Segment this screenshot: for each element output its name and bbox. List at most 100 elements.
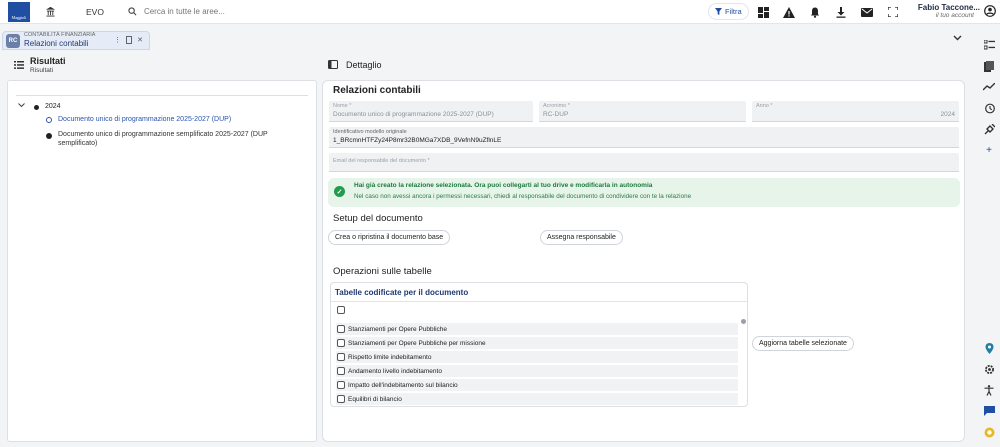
panel-toggle-icon[interactable] — [328, 59, 338, 71]
model-id-field[interactable]: Identificativo modello originale 1_BRcmn… — [329, 127, 959, 148]
app-name[interactable]: EVO — [86, 7, 104, 17]
filter-button[interactable]: Filtra — [708, 3, 749, 20]
results-title: Risultati — [30, 56, 66, 66]
name-field[interactable]: Nome * Documento unico di programmazione… — [329, 101, 533, 122]
pin-icon[interactable] — [126, 35, 133, 46]
tab-menu-icon[interactable]: ⋮ — [114, 36, 121, 46]
update-tables-button[interactable]: Aggiorna tabelle selezionate — [752, 336, 854, 351]
chat-icon[interactable] — [981, 403, 997, 419]
plus-icon[interactable]: + — [981, 142, 997, 158]
tab-text: CONTABILITÀ FINANZIARIA Relazioni contab… — [24, 33, 95, 48]
table-row[interactable]: Equilibri di bilancio — [336, 393, 738, 405]
filter-label: Filtra — [725, 7, 742, 16]
field-label: Anno * — [756, 103, 773, 109]
row-checkbox[interactable] — [337, 367, 345, 375]
history-icon[interactable] — [981, 100, 997, 116]
bookmark-icon[interactable] — [981, 58, 997, 74]
row-checkbox[interactable] — [337, 395, 345, 403]
success-alert: ✓ Hai già creato la relazione selezionat… — [328, 178, 960, 207]
results-subtitle: Risultati — [30, 67, 54, 74]
table-row[interactable]: Impatto dell'indebitamento sul bilancio — [336, 379, 738, 391]
list-view-icon[interactable] — [14, 61, 24, 71]
table-row[interactable]: Rispetto limite indebitamento — [336, 351, 738, 363]
tree-item-dup[interactable]: Documento unico di programmazione 2025-2… — [46, 116, 231, 123]
field-label: Email del responsabile del documento * — [333, 158, 430, 164]
field-value: RC-DUP — [543, 111, 569, 118]
alert-text: Nel caso non avessi ancora i permessi ne… — [354, 193, 692, 200]
top-bar: Maggioli EVO Filtra Fabio Tac — [0, 0, 1000, 24]
chevron-down-icon[interactable] — [953, 34, 962, 43]
acronym-field[interactable]: Acronimo * RC-DUP — [539, 101, 746, 122]
row-label: Impatto dell'indebitamento sul bilancio — [348, 381, 458, 389]
user-menu[interactable]: Fabio Taccone... il tuo account — [914, 1, 1000, 23]
location-icon[interactable] — [981, 340, 997, 356]
operations-title: Operazioni sulle tabelle — [333, 266, 432, 277]
dashboard-icon[interactable] — [754, 3, 772, 21]
tree-node-year[interactable]: 2024 — [18, 103, 61, 110]
field-value: 2024 — [940, 111, 955, 118]
select-all-checkbox[interactable] — [337, 306, 345, 314]
user-role: il tuo account — [935, 12, 974, 19]
scrollbar-thumb[interactable] — [741, 319, 746, 324]
module-icon: RC — [6, 33, 20, 48]
row-label: Stanziamenti per Opere Pubbliche — [348, 325, 448, 333]
divider — [16, 95, 308, 96]
row-checkbox[interactable] — [337, 353, 345, 361]
accessibility-icon[interactable] — [981, 382, 997, 398]
list-icon[interactable] — [981, 37, 997, 53]
warning-icon[interactable] — [780, 3, 798, 21]
tree-year-label: 2024 — [45, 103, 61, 110]
search-icon — [126, 7, 140, 16]
field-label: Nome * — [333, 103, 352, 109]
tree-item-dup-semplificato[interactable]: Documento unico di programmazione sempli… — [46, 130, 296, 149]
tab-subtitle: CONTABILITÀ FINANZIARIA — [24, 32, 96, 39]
row-checkbox[interactable] — [337, 339, 345, 347]
table-row[interactable]: Stanziamenti per Opere Pubbliche per mis… — [336, 337, 738, 349]
tables-card: Tabelle codificate per il documento Stan… — [330, 282, 748, 407]
account-icon[interactable] — [984, 5, 996, 19]
section-title: Relazioni contabili — [333, 85, 421, 96]
bell-icon[interactable] — [806, 3, 824, 21]
field-label: Acronimo * — [543, 103, 570, 109]
row-label: Andamento livello indebitamento — [348, 367, 442, 375]
row-label: Equilibri di bilancio — [348, 395, 402, 403]
table-row[interactable]: Andamento livello indebitamento — [336, 365, 738, 377]
results-panel: 2024 Documento unico di programmazione 2… — [7, 80, 317, 442]
close-tab-icon[interactable]: ✕ — [137, 36, 143, 46]
chevron-down-icon[interactable] — [18, 103, 28, 110]
setup-title: Setup del documento — [333, 213, 423, 224]
create-document-button[interactable]: Crea o ripristina il documento base — [328, 230, 451, 245]
row-checkbox[interactable] — [337, 381, 345, 389]
table-row[interactable]: Stanziamenti per Opere Pubbliche — [336, 323, 738, 335]
logo-text: Maggioli — [11, 14, 27, 20]
field-value: Documento unico di programmazione 2025-2… — [333, 111, 494, 118]
year-field[interactable]: Anno * 2024 — [752, 101, 959, 122]
filter-icon — [715, 8, 722, 15]
tab-relazioni-contabili[interactable]: RC CONTABILITÀ FINANZIARIA Relazioni con… — [2, 31, 150, 50]
trend-icon[interactable] — [981, 79, 997, 95]
support-icon[interactable] — [981, 424, 997, 440]
node-bullet-icon — [46, 133, 52, 139]
assign-owner-button[interactable]: Assegna responsabile — [540, 230, 623, 245]
divider — [331, 301, 747, 302]
tree-item-label: Documento unico di programmazione sempli… — [58, 131, 268, 148]
download-icon[interactable] — [832, 3, 850, 21]
detail-title: Dettaglio — [346, 60, 382, 70]
tab-bar: RC CONTABILITÀ FINANZIARIA Relazioni con… — [0, 28, 972, 52]
alert-title: Hai già creato la relazione selezionata.… — [354, 182, 653, 189]
row-checkbox[interactable] — [337, 325, 345, 333]
email-field[interactable]: Email del responsabile del documento * — [329, 153, 959, 172]
field-label: Identificativo modello originale — [333, 129, 407, 135]
settings-icon[interactable] — [981, 361, 997, 377]
home-icon[interactable] — [42, 4, 58, 20]
search-input[interactable] — [143, 7, 544, 16]
detail-header: Dettaglio — [328, 57, 382, 73]
logo: Maggioli — [8, 1, 30, 22]
fullscreen-icon[interactable] — [884, 3, 902, 21]
plugin-icon[interactable] — [981, 121, 997, 137]
field-value: 1_BRcmnHTFZy24P8mr32B0MGa7XDB_9VefnN9uZf… — [333, 137, 502, 144]
search-bar[interactable] — [126, 3, 686, 21]
top-icons — [754, 3, 902, 21]
row-label: Rispetto limite indebitamento — [348, 353, 432, 361]
mail-icon[interactable] — [858, 3, 876, 21]
